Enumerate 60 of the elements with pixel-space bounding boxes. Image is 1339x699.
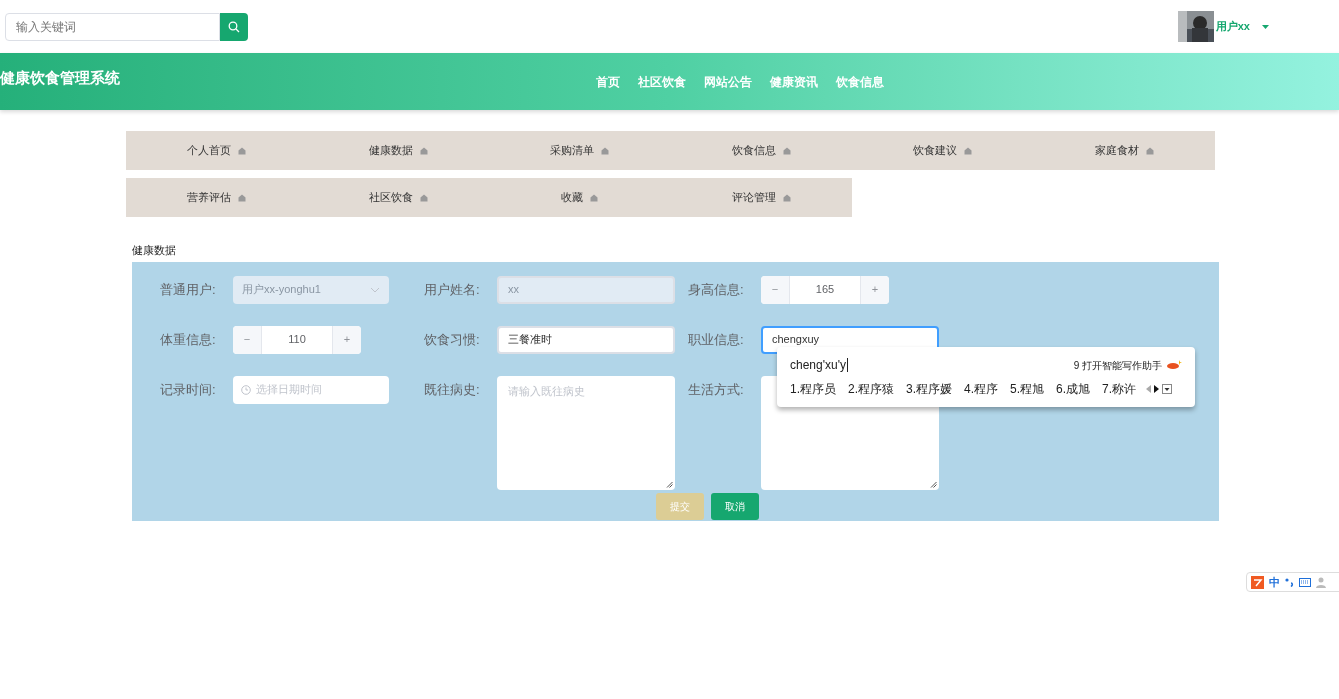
house-icon [238,146,247,155]
house-icon [964,146,973,155]
field-label: 既往病史: [424,380,481,399]
ime-candidate[interactable]: 6.成旭 [1056,380,1091,398]
search-button[interactable] [220,12,248,41]
menu-item[interactable]: 饮食建议 [852,131,1034,170]
house-icon [782,146,791,155]
number-value[interactable]: 110 [262,325,332,354]
field-label: 身高信息: [688,280,745,299]
person-icon[interactable] [1316,576,1326,588]
house-icon [590,193,599,202]
ime-candidate[interactable]: 4.程序 [964,380,999,398]
field-label: 记录时间: [160,380,217,399]
punctuation-icon[interactable] [1285,577,1294,587]
menu-item[interactable]: 社区饮食 [307,178,489,217]
section-title: 健康数据 [132,243,177,258]
ime-mode[interactable]: 中 [1269,573,1280,591]
menu-item[interactable]: 采购清单 [489,131,671,170]
house-icon [1145,146,1154,155]
number-value[interactable]: 165 [790,275,860,304]
ime-candidate[interactable]: 3.程序媛 [906,380,953,398]
field-label: 生活方式: [688,380,745,399]
resize-handle-icon [666,480,673,488]
menu-item[interactable]: 家庭食材 [1033,131,1215,170]
menu-item[interactable]: 收藏 [489,178,671,217]
ime-composition: cheng'xu'y [790,357,846,374]
menu-item[interactable]: 评论管理 [670,178,852,217]
menu-item[interactable]: 个人首页 [126,131,308,170]
chevron-down-icon [370,286,380,293]
menu-item[interactable]: 营养评估 [126,178,308,217]
house-icon [782,193,791,202]
input-field[interactable]: 三餐准时 [497,325,675,354]
ime-hint[interactable]: 9 打开智能写作助手 [1073,357,1162,373]
field-label: 普通用户: [160,280,217,299]
clock-icon [241,384,251,395]
resize-handle-icon [930,480,937,488]
house-icon [419,193,428,202]
keyboard-icon[interactable] [1299,577,1311,587]
field-label: 用户姓名: [424,280,481,299]
ime-candidate[interactable]: 5.程旭 [1010,380,1045,398]
ime-candidate[interactable]: 1.程序员 [790,380,836,398]
field-label: 职业信息: [688,330,745,349]
search-icon [228,20,240,33]
field-label: 体重信息: [160,330,217,349]
house-icon [419,146,428,155]
house-icon [601,146,610,155]
menu-item[interactable]: 饮食信息 [670,131,852,170]
text-cursor [846,358,848,372]
menu-item[interactable]: 健康数据 [307,131,489,170]
search-field[interactable]: 输入关键词 [5,12,220,41]
caret-icon [1262,24,1269,29]
house-icon [238,193,247,202]
brush-icon [1166,359,1182,371]
ime-candidate[interactable]: 7.称许 [1102,380,1137,398]
dropdown-icon[interactable] [1162,384,1173,394]
ime-logo-icon[interactable] [1251,575,1264,589]
site-title: 健康饮食管理系统 [0,68,120,88]
field-label: 饮食习惯: [424,330,481,349]
arrow-right-icon[interactable] [1154,385,1160,393]
ime-candidate[interactable]: 2.程序猿 [848,380,895,398]
